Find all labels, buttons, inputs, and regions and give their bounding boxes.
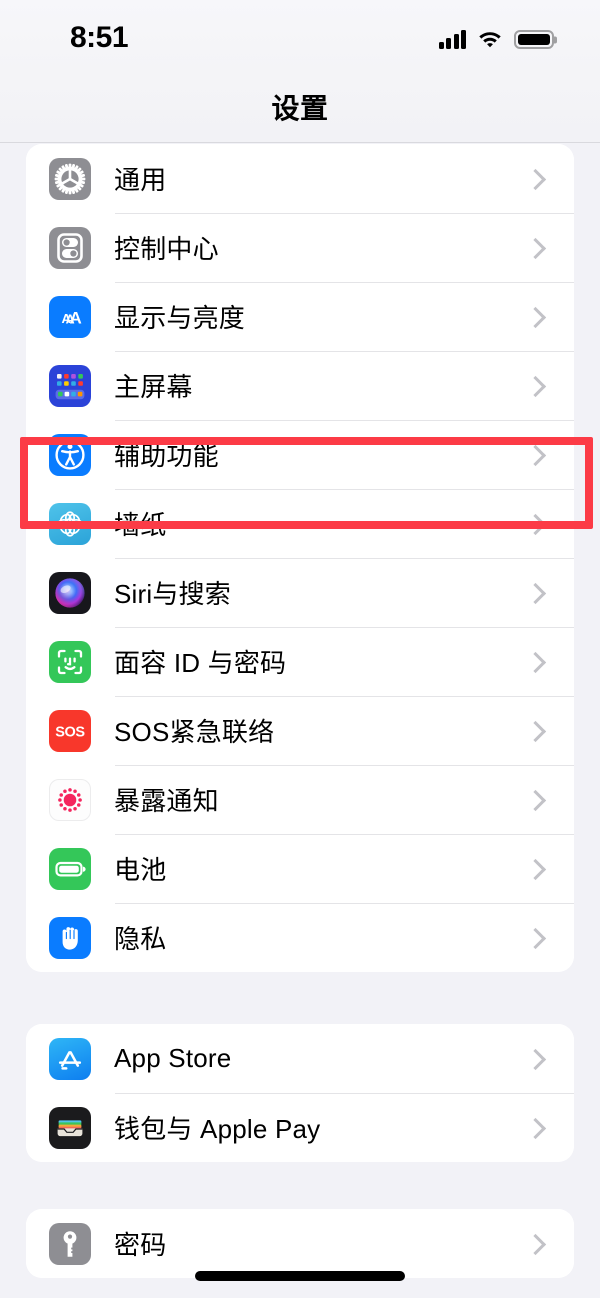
page-title: 设置 <box>271 93 329 124</box>
settings-row-wallpaper[interactable]: 墙纸 <box>26 489 574 558</box>
home-screen-icon <box>49 364 91 407</box>
settings-row-label: 通用 <box>114 165 167 195</box>
wallet-icon <box>49 1106 91 1149</box>
settings-row-face-id-passcode[interactable]: 面容 ID 与密码 <box>26 627 574 696</box>
settings-row-siri-search[interactable]: Siri与搜索 <box>26 558 574 627</box>
chevron-right-icon <box>520 716 550 746</box>
settings-row-display-brightness[interactable]: A A A 显示与亮度 <box>26 282 574 351</box>
settings-row-label: 辅助功能 <box>114 441 219 471</box>
settings-row-privacy[interactable]: 隐私 <box>26 903 574 972</box>
battery-full-icon <box>514 30 554 49</box>
chevron-right-icon <box>520 509 550 539</box>
privacy-hand-icon <box>49 916 91 959</box>
settings-row-label: 密码 <box>114 1230 167 1260</box>
settings-row-battery[interactable]: 电池 <box>26 834 574 903</box>
battery-icon <box>49 847 91 890</box>
chevron-right-icon <box>520 233 550 263</box>
settings-row-label: 面容 ID 与密码 <box>114 648 287 678</box>
chevron-right-icon <box>520 647 550 677</box>
home-indicator[interactable] <box>195 1271 405 1281</box>
chevron-right-icon <box>520 785 550 815</box>
settings-group-system: 通用 控制中心 A A A 显示与亮度 主屏幕 辅助功能 墙纸 Siri与搜索 … <box>26 144 574 972</box>
passwords-key-icon <box>49 1222 91 1265</box>
settings-row-accessibility[interactable]: 辅助功能 <box>26 420 574 489</box>
settings-row-label: 暴露通知 <box>114 786 219 816</box>
settings-row-app-store[interactable]: App Store <box>26 1024 574 1093</box>
siri-icon <box>49 571 91 614</box>
chevron-right-icon <box>520 440 550 470</box>
settings-row-label: 控制中心 <box>114 234 219 264</box>
display-brightness-icon: A A A <box>49 295 91 338</box>
settings-row-label: SOS紧急联络 <box>114 717 275 747</box>
settings-row-control-center[interactable]: 控制中心 <box>26 213 574 282</box>
settings-row-label: Siri与搜索 <box>114 579 231 609</box>
chevron-right-icon <box>520 371 550 401</box>
chevron-right-icon <box>520 1113 550 1143</box>
accessibility-icon <box>49 433 91 476</box>
settings-row-home-screen[interactable]: 主屏幕 <box>26 351 574 420</box>
chevron-right-icon <box>520 854 550 884</box>
exposure-notifications-icon <box>49 778 91 821</box>
chevron-right-icon <box>520 578 550 608</box>
cellular-bars-icon <box>438 29 466 49</box>
status-time: 8:51 <box>70 21 129 54</box>
gear-icon <box>49 157 91 200</box>
settings-screen: 8:51 设置 通用 控制中心 A A A 显示与亮度 主屏幕 辅助功能 墙纸 … <box>0 0 600 1298</box>
chevron-right-icon <box>520 1229 550 1259</box>
settings-group-passwords: 密码 <box>26 1209 574 1278</box>
settings-row-label: 主屏幕 <box>114 372 193 402</box>
chevron-right-icon <box>520 302 550 332</box>
status-indicators <box>438 23 554 49</box>
control-center-icon <box>49 226 91 269</box>
settings-row-emergency-sos[interactable]: SOS SOS紧急联络 <box>26 696 574 765</box>
settings-group-store: App Store 钱包与 Apple Pay <box>26 1024 574 1162</box>
svg-text:SOS: SOS <box>55 724 85 740</box>
face-id-icon <box>49 640 91 683</box>
chevron-right-icon <box>520 164 550 194</box>
settings-row-label: App Store <box>114 1043 232 1073</box>
settings-row-general[interactable]: 通用 <box>26 144 574 213</box>
app-store-icon <box>49 1037 91 1080</box>
settings-row-label: 钱包与 Apple Pay <box>114 1114 321 1144</box>
settings-row-label: 显示与亮度 <box>114 303 246 333</box>
chevron-right-icon <box>520 1044 550 1074</box>
wifi-icon <box>477 29 503 49</box>
settings-row-label: 墙纸 <box>114 510 167 540</box>
settings-row-wallet-apple-pay[interactable]: 钱包与 Apple Pay <box>26 1093 574 1162</box>
settings-row-label: 电池 <box>114 855 167 885</box>
settings-row-passwords[interactable]: 密码 <box>26 1209 574 1278</box>
wallpaper-icon <box>49 502 91 545</box>
settings-list[interactable]: 通用 控制中心 A A A 显示与亮度 主屏幕 辅助功能 墙纸 Siri与搜索 … <box>0 144 600 1298</box>
status-bar: 8:51 <box>0 0 600 72</box>
settings-row-exposure-notifications[interactable]: 暴露通知 <box>26 765 574 834</box>
chevron-right-icon <box>520 923 550 953</box>
sos-icon: SOS <box>49 709 91 752</box>
settings-row-label: 隐私 <box>114 924 167 954</box>
nav-bar: 设置 <box>0 72 600 143</box>
svg-text:A: A <box>70 308 82 327</box>
